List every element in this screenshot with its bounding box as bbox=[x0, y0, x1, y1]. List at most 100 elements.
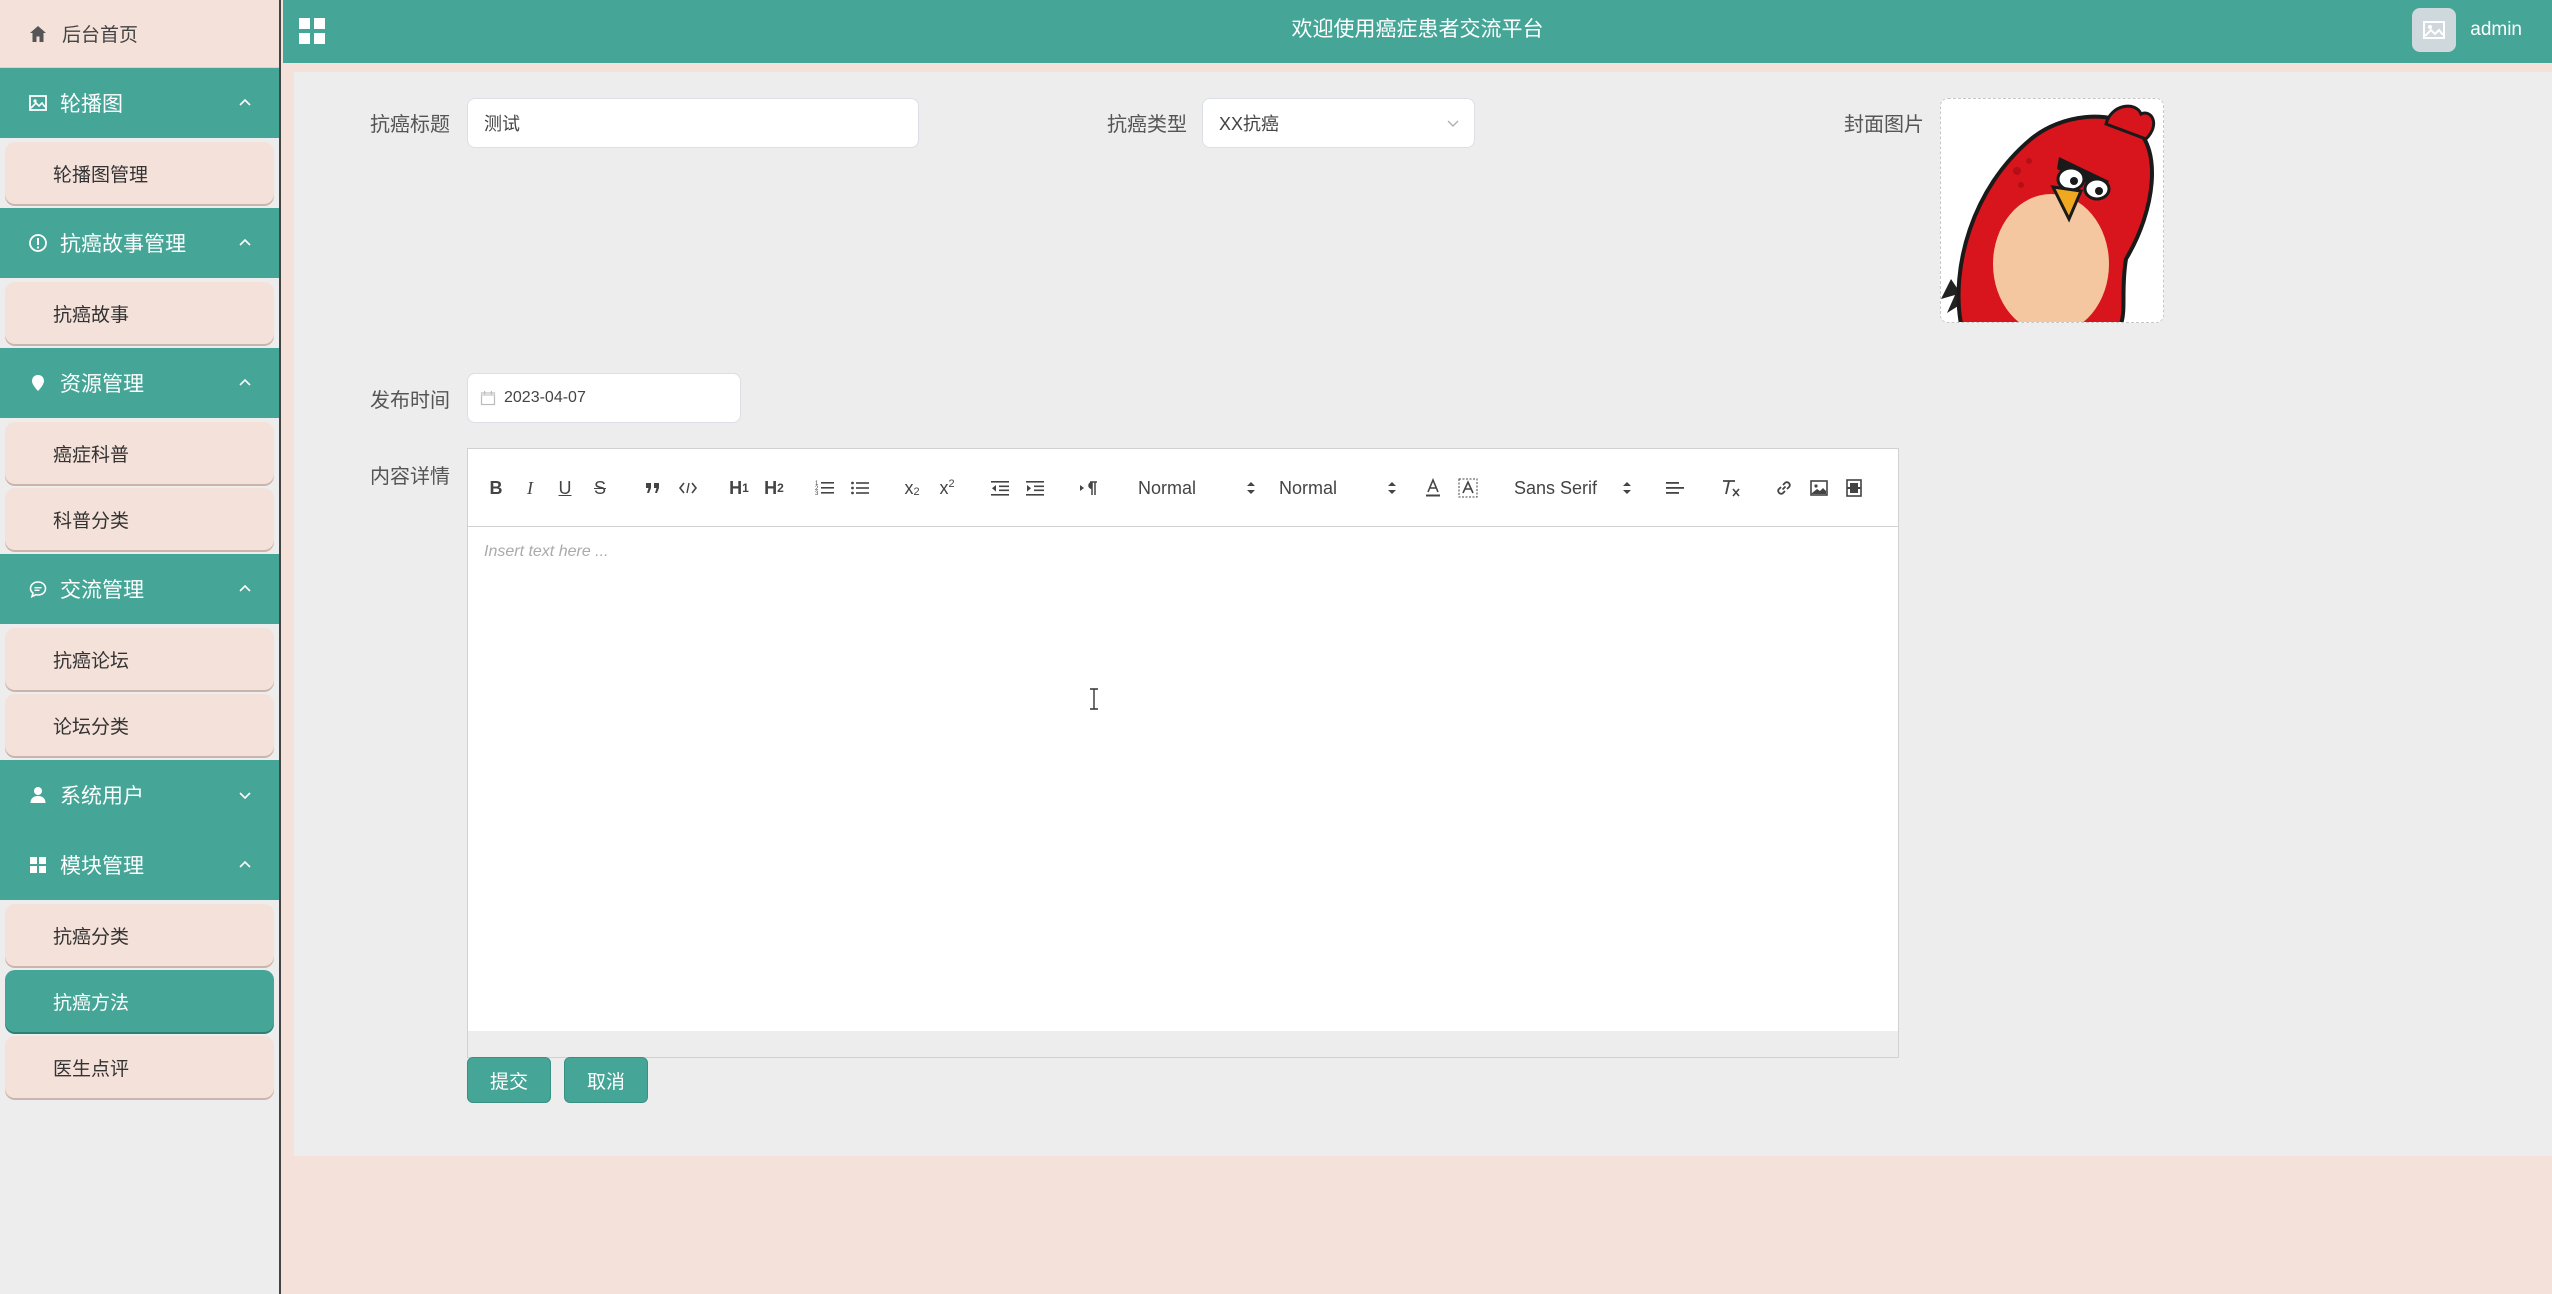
sidebar-group-label: 抗癌故事管理 bbox=[60, 233, 186, 256]
rich-text-editor[interactable]: B I U S H1 H2 123 x2 x2 Normal Normal Sa… bbox=[467, 448, 1899, 1058]
quote-icon bbox=[646, 483, 659, 493]
clear-format-button[interactable] bbox=[1719, 475, 1743, 501]
sidebar-item-label: 轮播图管理 bbox=[53, 164, 149, 186]
sidebar-item-label: 论坛分类 bbox=[53, 716, 130, 738]
location-pin-icon bbox=[26, 371, 50, 395]
header-select-value: Normal bbox=[1138, 477, 1197, 498]
chevron-down-icon bbox=[239, 792, 251, 800]
user-icon bbox=[26, 783, 50, 807]
header-select[interactable]: Normal bbox=[1138, 475, 1256, 501]
sidebar-item-cancer-method[interactable]: 抗癌方法 bbox=[5, 970, 274, 1032]
sidebar-item-doctor-review[interactable]: 医生点评 bbox=[5, 1036, 274, 1098]
select-arrows-icon bbox=[1623, 482, 1631, 494]
date-value: 2023-04-07 bbox=[504, 389, 586, 406]
top-header: 欢迎使用癌症患者交流平台 admin bbox=[283, 0, 2552, 63]
font-family-value: Sans Serif bbox=[1514, 477, 1598, 498]
highlight-icon bbox=[1458, 478, 1478, 498]
avatar[interactable] bbox=[2412, 8, 2457, 52]
background-color-button[interactable] bbox=[1457, 475, 1479, 501]
font-color-button[interactable] bbox=[1422, 475, 1444, 501]
outdent-button[interactable] bbox=[989, 475, 1011, 501]
align-left-icon bbox=[1666, 482, 1684, 494]
page-title: 欢迎使用癌症患者交流平台 bbox=[1291, 18, 1544, 41]
italic-button[interactable]: I bbox=[520, 475, 540, 501]
cancel-button[interactable]: 取消 bbox=[564, 1057, 648, 1103]
submit-button[interactable]: 提交 bbox=[467, 1057, 551, 1103]
bullet-list-button[interactable] bbox=[849, 475, 871, 501]
title-label: 抗癌标题 bbox=[370, 114, 450, 136]
text-direction-icon bbox=[1080, 481, 1097, 495]
sidebar-item-label: 癌症科普 bbox=[53, 444, 130, 466]
sidebar-item-cancer-science[interactable]: 癌症科普 bbox=[5, 422, 274, 484]
sidebar-item-label: 抗癌方法 bbox=[53, 992, 130, 1014]
sidebar-group-system-users[interactable]: 系统用户 bbox=[0, 760, 279, 830]
ordered-list-button[interactable]: 123 bbox=[814, 475, 836, 501]
size-select-value: Normal bbox=[1279, 477, 1338, 498]
svg-text:3: 3 bbox=[815, 491, 819, 497]
text-cursor-icon bbox=[1090, 688, 1098, 710]
content-label: 内容详情 bbox=[370, 466, 450, 488]
chevron-up-icon bbox=[239, 584, 251, 592]
sidebar-item-label: 抗癌论坛 bbox=[53, 650, 130, 672]
superscript-button[interactable]: x2 bbox=[935, 475, 959, 501]
sidebar-item-label: 后台首页 bbox=[62, 25, 139, 46]
user-menu[interactable]: admin bbox=[2412, 8, 2522, 52]
sidebar: 后台首页 轮播图 轮播图管理 抗癌故事管理 抗癌故事 资源管理 癌症科普 科普分… bbox=[0, 0, 281, 1294]
blockquote-button[interactable] bbox=[642, 475, 664, 501]
heading2-button[interactable]: H2 bbox=[761, 475, 787, 501]
editor-placeholder: Insert text here ... bbox=[484, 543, 609, 560]
sidebar-group-communication[interactable]: 交流管理 bbox=[0, 554, 279, 624]
title-input-value: 测试 bbox=[484, 114, 520, 134]
ordered-list-icon: 123 bbox=[815, 481, 834, 497]
date-picker[interactable]: 2023-04-07 bbox=[467, 373, 741, 423]
info-icon bbox=[26, 231, 50, 255]
link-button[interactable] bbox=[1773, 475, 1795, 501]
sidebar-item-home[interactable]: 后台首页 bbox=[0, 0, 279, 68]
image-placeholder-icon bbox=[2423, 21, 2446, 39]
align-button[interactable] bbox=[1664, 475, 1686, 501]
chevron-up-icon bbox=[239, 98, 251, 106]
sidebar-group-modules[interactable]: 模块管理 bbox=[0, 830, 279, 900]
indent-button[interactable] bbox=[1024, 475, 1046, 501]
sidebar-item-carousel-manage[interactable]: 轮播图管理 bbox=[5, 142, 274, 204]
type-label: 抗癌类型 bbox=[1107, 114, 1187, 136]
chevron-up-icon bbox=[239, 238, 251, 246]
sidebar-group-label: 资源管理 bbox=[60, 373, 144, 396]
heading1-button[interactable]: H1 bbox=[726, 475, 752, 501]
bold-button[interactable]: B bbox=[486, 475, 506, 501]
image-icon bbox=[1810, 480, 1828, 496]
sidebar-item-forum-category[interactable]: 论坛分类 bbox=[5, 694, 274, 756]
sidebar-item-science-category[interactable]: 科普分类 bbox=[5, 488, 274, 550]
image-icon bbox=[26, 91, 50, 115]
size-select[interactable]: Normal bbox=[1279, 475, 1397, 501]
sidebar-group-label: 模块管理 bbox=[60, 855, 144, 878]
clear-format-icon bbox=[1723, 480, 1740, 497]
image-button[interactable] bbox=[1808, 475, 1830, 501]
sidebar-item-cancer-category[interactable]: 抗癌分类 bbox=[5, 904, 274, 966]
editor-content[interactable]: Insert text here ... bbox=[468, 527, 1898, 1031]
chevron-down-icon bbox=[1447, 120, 1459, 127]
sidebar-group-resources[interactable]: 资源管理 bbox=[0, 348, 279, 418]
font-family-select[interactable]: Sans Serif bbox=[1514, 475, 1632, 501]
sidebar-item-stories[interactable]: 抗癌故事 bbox=[5, 282, 274, 344]
type-select-value: XX抗癌 bbox=[1219, 114, 1280, 134]
underline-button[interactable]: U bbox=[555, 475, 575, 501]
type-select[interactable]: XX抗癌 bbox=[1202, 98, 1475, 148]
chevron-up-icon bbox=[239, 378, 251, 386]
calendar-icon bbox=[480, 391, 496, 406]
font-color-icon bbox=[1426, 478, 1440, 497]
code-block-button[interactable] bbox=[677, 475, 699, 501]
title-input[interactable]: 测试 bbox=[467, 98, 919, 148]
editor-toolbar: B I U S H1 H2 123 x2 x2 Normal Normal Sa… bbox=[468, 449, 1898, 527]
strike-button[interactable]: S bbox=[590, 475, 610, 501]
subscript-button[interactable]: x2 bbox=[900, 475, 924, 501]
text-direction-button[interactable] bbox=[1077, 475, 1101, 501]
video-button[interactable] bbox=[1843, 475, 1865, 501]
sidebar-item-label: 医生点评 bbox=[53, 1058, 130, 1080]
sidebar-group-carousel[interactable]: 轮播图 bbox=[0, 68, 279, 138]
sidebar-item-forum[interactable]: 抗癌论坛 bbox=[5, 628, 274, 690]
cover-image-upload[interactable] bbox=[1940, 98, 2164, 323]
sidebar-group-stories[interactable]: 抗癌故事管理 bbox=[0, 208, 279, 278]
link-icon bbox=[1777, 481, 1791, 495]
select-arrows-icon bbox=[1388, 482, 1396, 494]
